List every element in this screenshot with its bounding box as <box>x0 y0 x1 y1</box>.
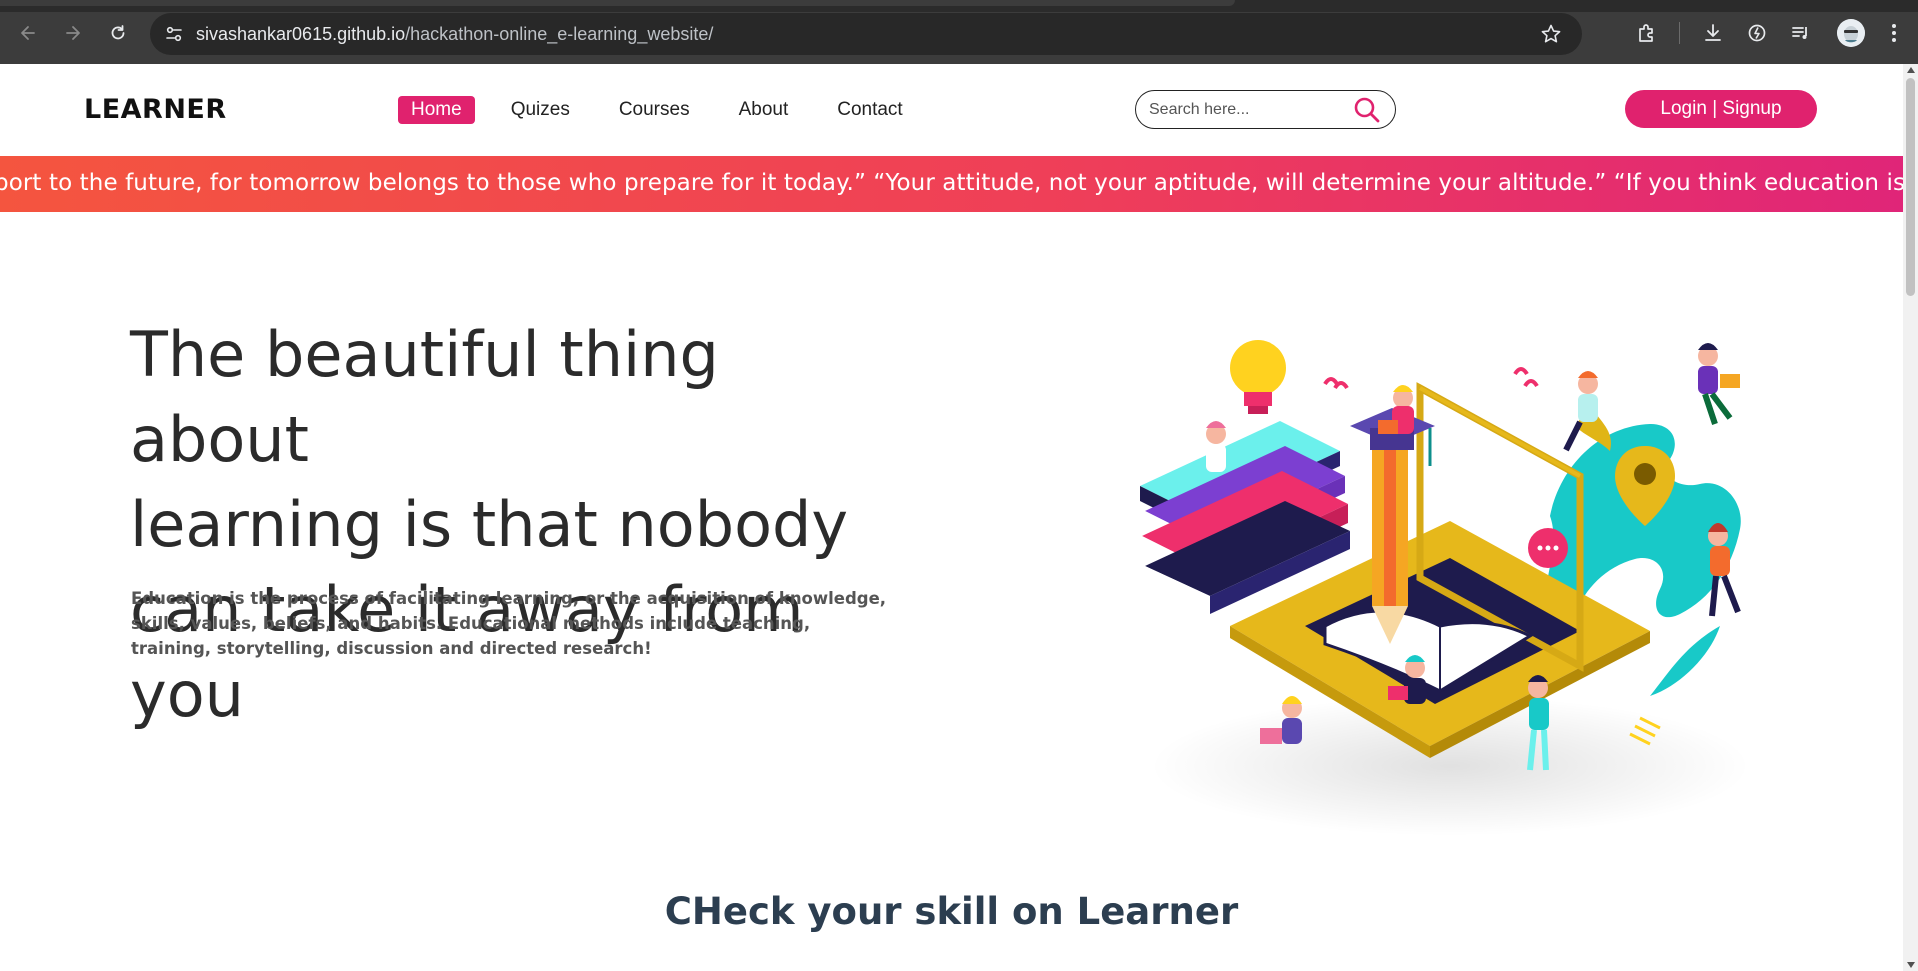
menu-dot <box>1892 38 1896 42</box>
hero-description: Education is the process of facilitating… <box>131 589 887 658</box>
e-learning-illustration <box>1140 340 1762 836</box>
back-icon <box>21 26 35 40</box>
scrollbar-thumb[interactable] <box>1906 78 1915 296</box>
nav-about[interactable]: About <box>726 96 802 124</box>
page-scrollbar[interactable] <box>1903 64 1918 971</box>
downloads-button[interactable] <box>1700 20 1726 46</box>
accent-marks-right <box>1513 367 1539 388</box>
menu-dot <box>1892 31 1896 35</box>
profile-face-icon <box>1837 19 1865 47</box>
skill-section-title: CHeck your skill on Learner <box>664 890 1239 933</box>
accent-marks-left <box>1323 377 1349 390</box>
bookmark-star-icon[interactable] <box>1540 23 1562 45</box>
browser-menu-button[interactable] <box>1884 20 1904 46</box>
nav-quizes[interactable]: Quizes <box>498 96 583 124</box>
hero-title-line-1: The beautiful thing about <box>130 318 719 476</box>
search-input[interactable] <box>1149 99 1349 121</box>
page-viewport: LEARNER Home Quizes Courses About Contac… <box>0 64 1918 971</box>
reload-button[interactable] <box>103 18 133 48</box>
browser-toolbar: sivashankar0615.github.io/hackathon-onli… <box>0 0 1918 64</box>
forward-button[interactable] <box>58 18 88 48</box>
toolbar-separator <box>1679 22 1680 44</box>
main-nav: Home Quizes Courses About Contact <box>398 96 939 124</box>
search-box <box>1135 90 1396 129</box>
chat-bubble-graphic <box>1528 528 1568 568</box>
site-header: LEARNER Home Quizes Courses About Contac… <box>0 64 1903 156</box>
url-text[interactable]: sivashankar0615.github.io/hackathon-onli… <box>196 24 713 45</box>
nav-contact[interactable]: Contact <box>824 96 915 124</box>
hero-title-line-2: learning is that nobody <box>130 488 849 561</box>
download-icon <box>1705 24 1721 41</box>
lightbulb-graphic <box>1230 340 1286 414</box>
marquee-text: port to the future, for tomorrow belongs… <box>0 170 1903 196</box>
menu-dot <box>1892 24 1896 28</box>
back-button[interactable] <box>13 18 43 48</box>
site-logo[interactable]: LEARNER <box>84 94 227 125</box>
nav-courses[interactable]: Courses <box>606 96 703 124</box>
search-icon[interactable] <box>1353 96 1381 124</box>
active-tab-edge <box>0 0 1235 6</box>
extensions-button[interactable] <box>1634 20 1660 46</box>
login-signup-button[interactable]: Login | Signup <box>1625 90 1817 128</box>
scroll-up-arrow-icon[interactable] <box>1907 67 1915 73</box>
media-controls-icon <box>1792 27 1807 39</box>
reload-icon <box>111 25 125 40</box>
performance-button[interactable] <box>1744 20 1770 46</box>
performance-icon <box>1748 24 1766 42</box>
nav-home[interactable]: Home <box>398 96 475 124</box>
media-controls-button[interactable] <box>1788 20 1814 46</box>
extensions-icon <box>1639 24 1653 42</box>
quote-marquee: port to the future, for tomorrow belongs… <box>0 156 1903 212</box>
hero-title: The beautiful thing about learning is th… <box>130 312 910 737</box>
address-bar[interactable]: sivashankar0615.github.io/hackathon-onli… <box>150 13 1582 55</box>
forward-icon <box>66 26 80 40</box>
url-host: sivashankar0615.github.io <box>196 24 406 44</box>
scroll-down-arrow-icon[interactable] <box>1907 962 1915 968</box>
site-settings-icon[interactable] <box>164 24 184 44</box>
profile-avatar[interactable] <box>1837 19 1865 47</box>
url-path: /hackathon-online_e-learning_website/ <box>405 24 714 44</box>
